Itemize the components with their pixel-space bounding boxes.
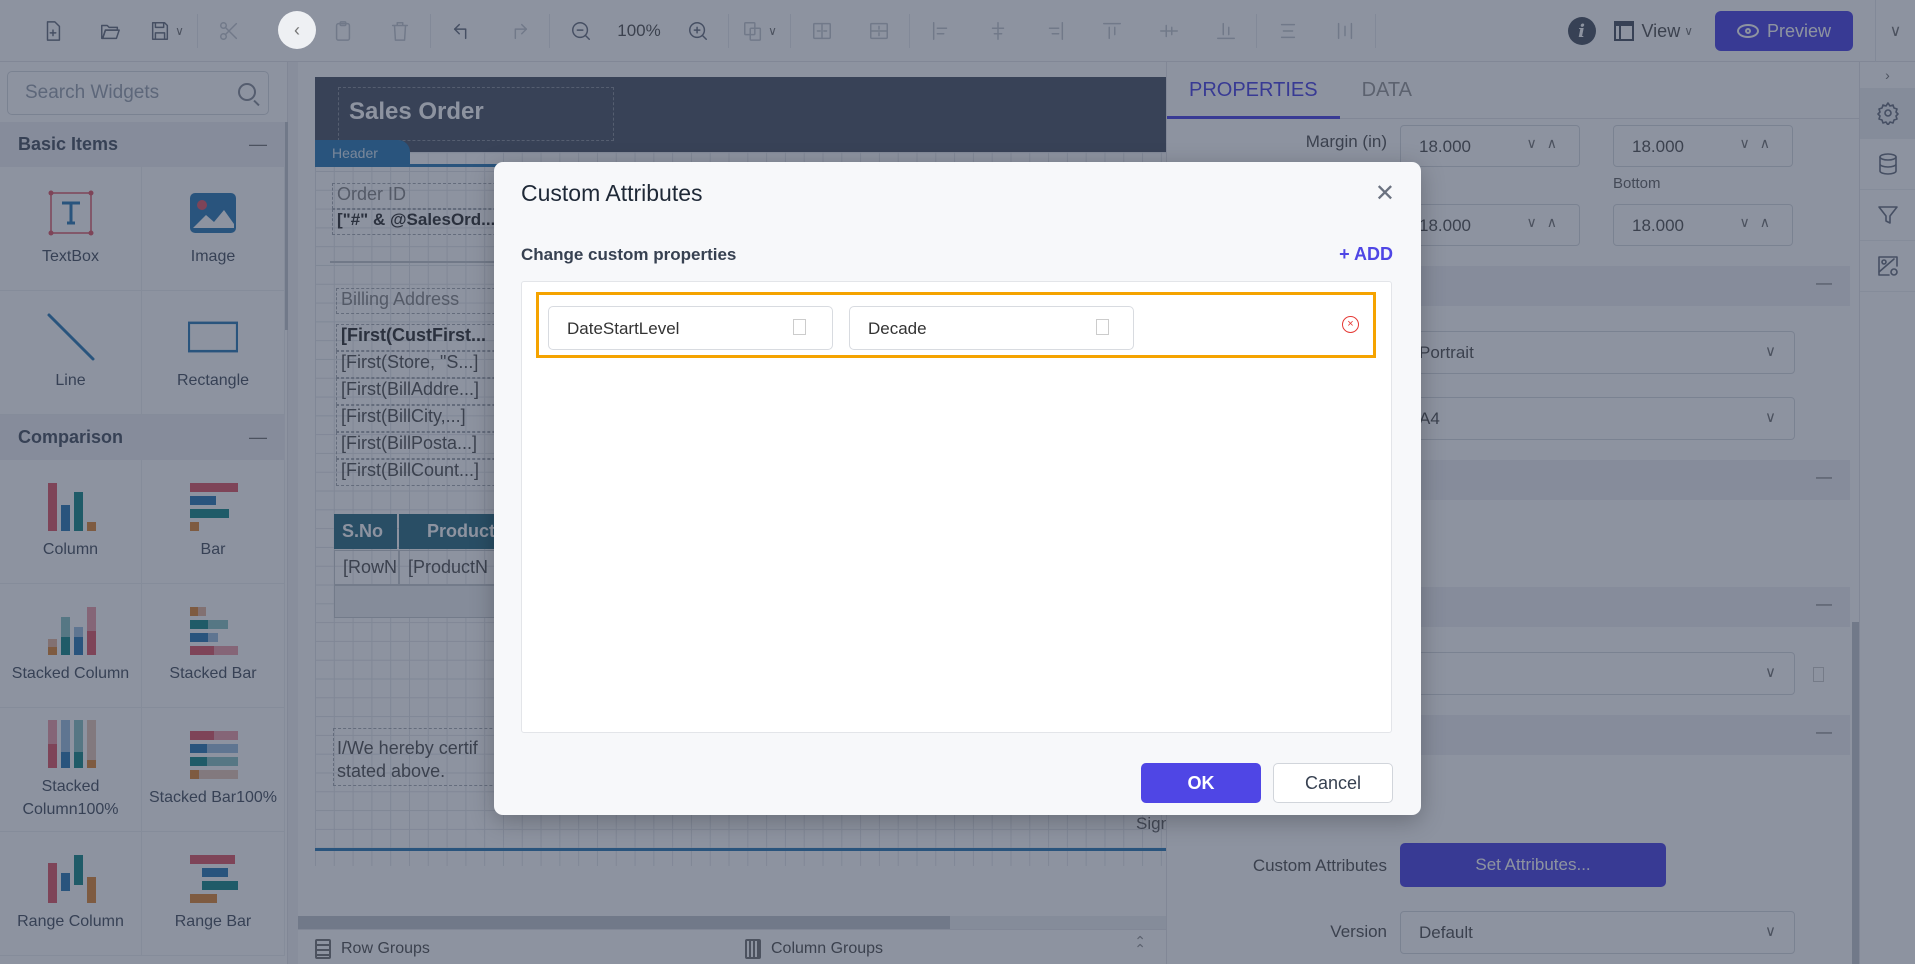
attribute-value-expression-checkbox[interactable] bbox=[1096, 319, 1109, 335]
chevron-left-icon: ‹ bbox=[294, 19, 300, 40]
attribute-name-expression-checkbox[interactable] bbox=[793, 319, 806, 335]
dialog-title: Custom Attributes bbox=[521, 180, 703, 206]
ok-button[interactable]: OK bbox=[1141, 763, 1261, 803]
attributes-list: DateStartLevel Decade × bbox=[521, 281, 1392, 733]
remove-attribute-icon[interactable]: × bbox=[1342, 316, 1359, 333]
collapse-panel-button[interactable]: ‹ bbox=[278, 11, 316, 49]
attribute-value-input[interactable]: Decade bbox=[849, 306, 1134, 350]
dialog-subtitle: Change custom properties bbox=[521, 245, 737, 264]
add-attribute-button[interactable]: + ADD bbox=[1339, 244, 1393, 265]
attribute-name-input[interactable]: DateStartLevel bbox=[548, 306, 833, 350]
attribute-row: DateStartLevel Decade × bbox=[536, 292, 1376, 358]
close-icon[interactable]: ✕ bbox=[1375, 179, 1395, 208]
custom-attributes-dialog: Custom Attributes ✕ Change custom proper… bbox=[494, 162, 1421, 815]
cancel-button[interactable]: Cancel bbox=[1273, 763, 1393, 803]
